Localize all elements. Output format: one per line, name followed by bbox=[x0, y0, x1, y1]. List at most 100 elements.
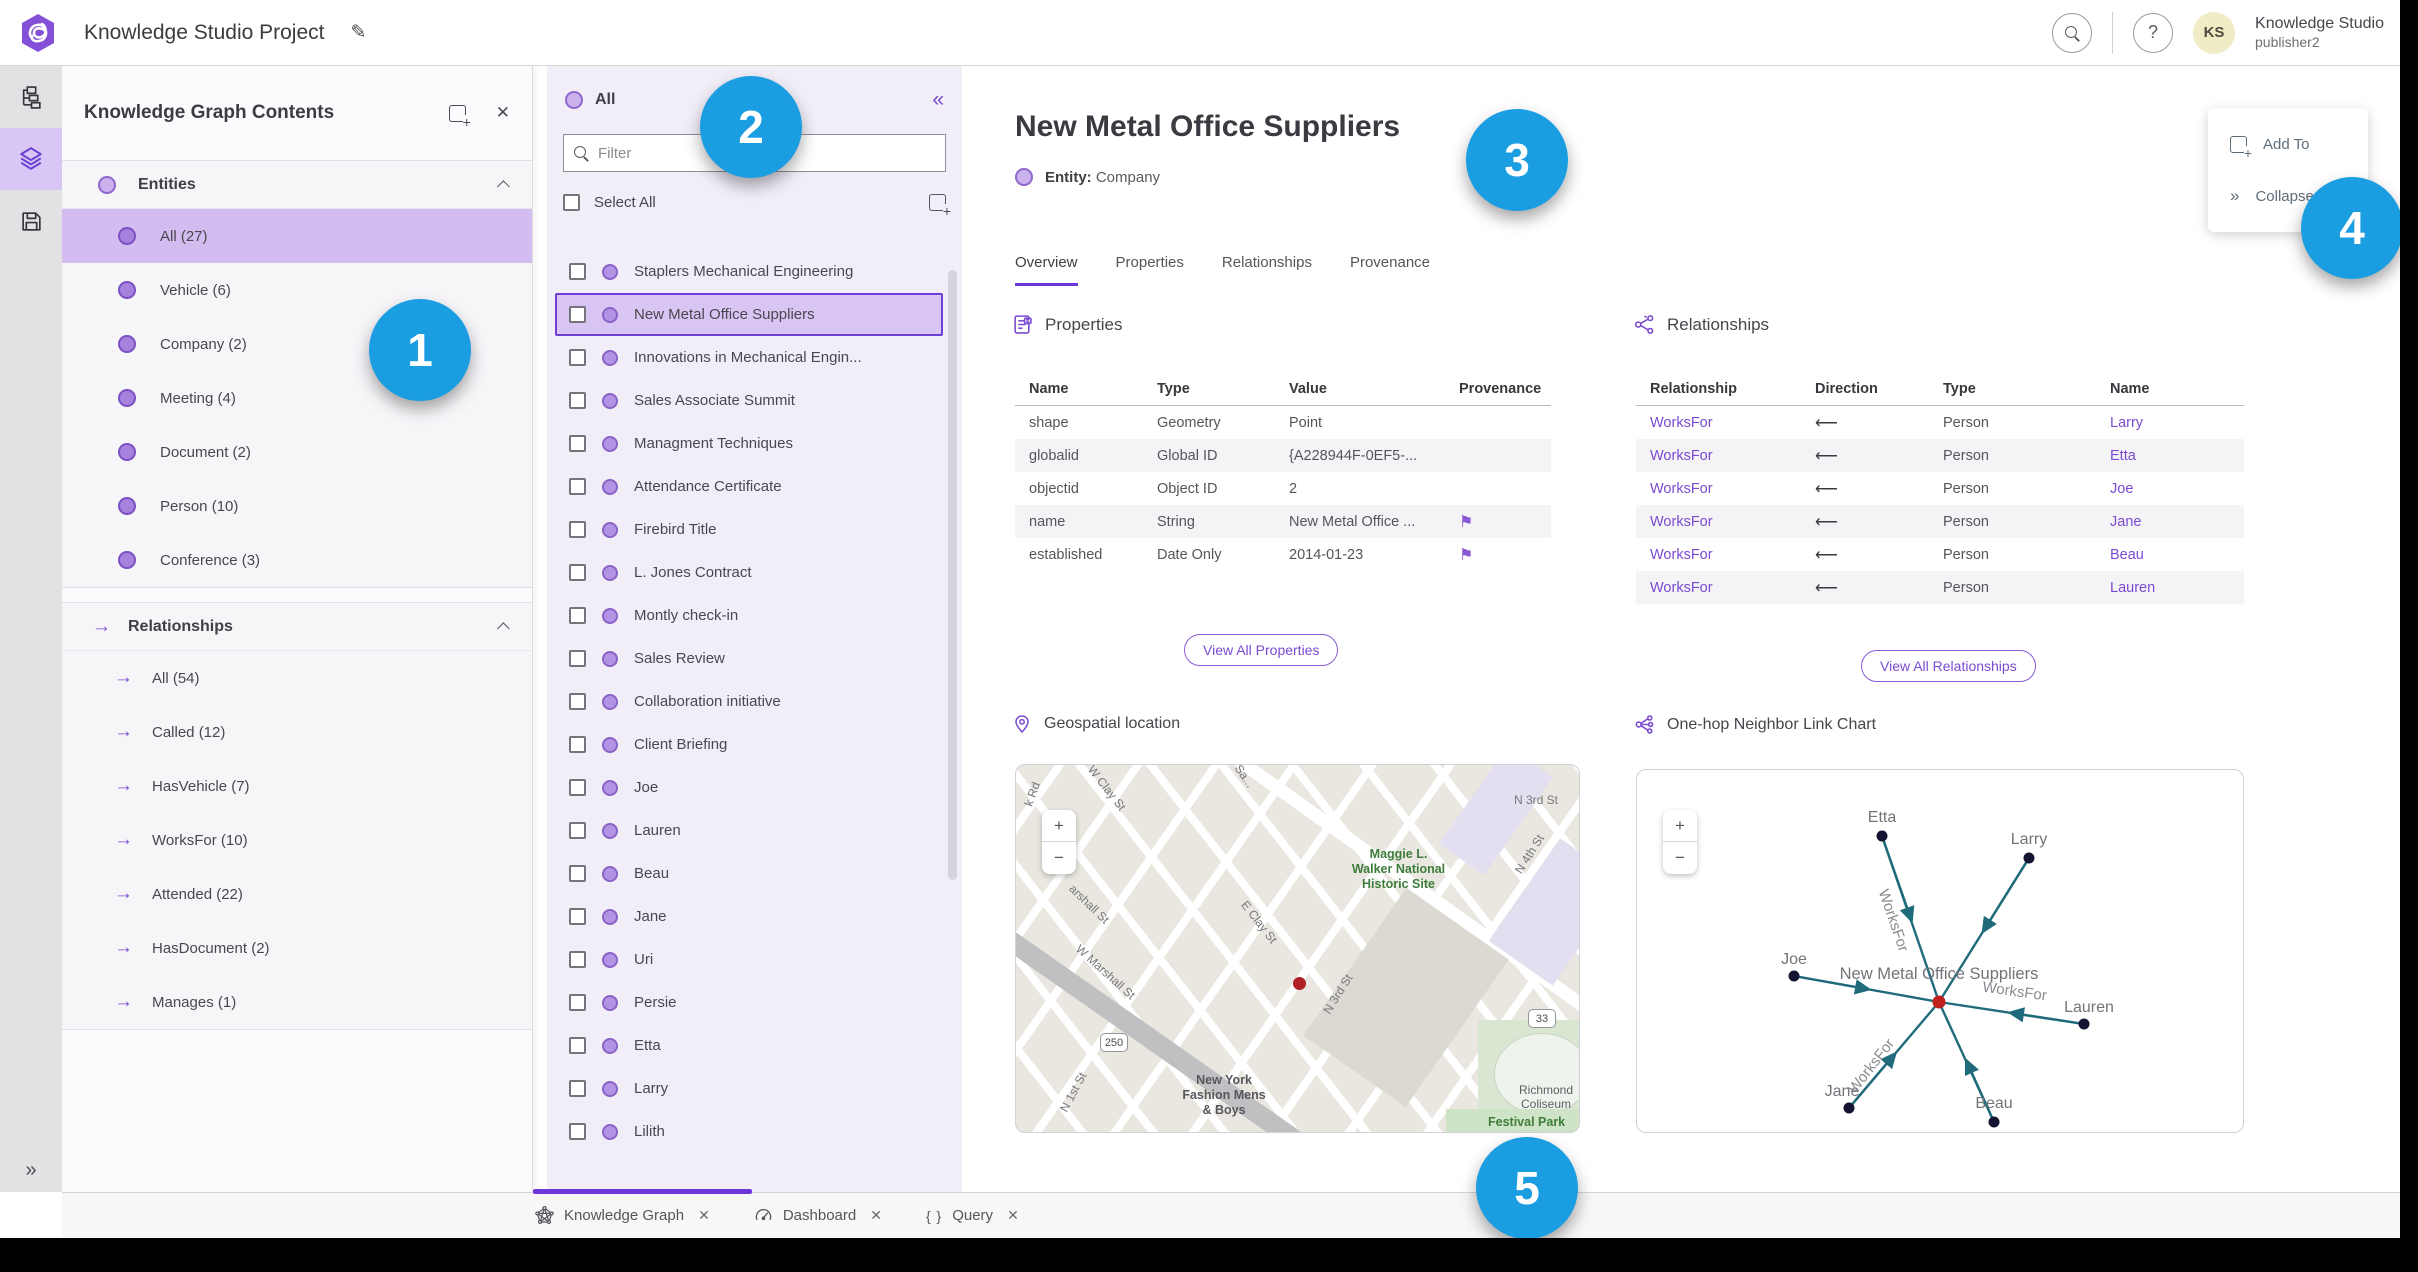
graph-item-row[interactable]: Client Briefing bbox=[555, 723, 943, 766]
provenance-flag-icon[interactable]: ⚑ bbox=[1459, 514, 1473, 531]
scrollbar[interactable] bbox=[948, 270, 957, 880]
avatar[interactable]: KS bbox=[2193, 11, 2236, 54]
graph-item-row[interactable]: Managment Techniques bbox=[555, 422, 943, 465]
graph-item-row[interactable]: Attendance Certificate bbox=[555, 465, 943, 508]
item-checkbox[interactable] bbox=[569, 908, 586, 925]
select-all-checkbox[interactable] bbox=[563, 194, 580, 211]
user-info[interactable]: Knowledge Studio publisher2 bbox=[2255, 14, 2384, 52]
graph-item-row[interactable]: Beau bbox=[555, 852, 943, 895]
chevron-up-icon[interactable] bbox=[497, 180, 510, 193]
relationship-type-item[interactable]: → HasDocument (2) bbox=[62, 921, 532, 975]
item-checkbox[interactable] bbox=[569, 607, 586, 624]
relationship-type-item[interactable]: → Manages (1) bbox=[62, 975, 532, 1029]
graph-item-row[interactable]: Montly check-in bbox=[555, 594, 943, 637]
entity-link[interactable]: Lauren bbox=[2096, 580, 2244, 596]
entity-link[interactable]: Joe bbox=[2096, 481, 2244, 497]
provenance-flag-icon[interactable]: ⚑ bbox=[1459, 547, 1473, 564]
detail-tab[interactable]: Overview bbox=[1015, 254, 1078, 286]
relationship-link[interactable]: WorksFor bbox=[1636, 514, 1801, 530]
view-all-properties-button[interactable]: View All Properties bbox=[1184, 634, 1339, 666]
entity-type-item[interactable]: All (27) bbox=[62, 209, 532, 263]
item-checkbox[interactable] bbox=[569, 650, 586, 667]
entity-type-item[interactable]: Document (2) bbox=[62, 425, 532, 479]
item-checkbox[interactable] bbox=[569, 263, 586, 280]
center-node[interactable] bbox=[1932, 995, 1946, 1009]
entity-link[interactable]: Beau bbox=[2096, 547, 2244, 563]
graph-item-row[interactable]: L. Jones Contract bbox=[555, 551, 943, 594]
item-checkbox[interactable] bbox=[569, 392, 586, 409]
rail-save-button[interactable] bbox=[0, 190, 62, 252]
relationship-link[interactable]: WorksFor bbox=[1636, 547, 1801, 563]
collapse-panel-icon[interactable]: « bbox=[932, 88, 944, 112]
graph-item-row[interactable]: Uri bbox=[555, 938, 943, 981]
zoom-in-button[interactable]: + bbox=[1663, 810, 1697, 842]
zoom-in-button[interactable]: + bbox=[1042, 810, 1076, 842]
relationship-type-item[interactable]: → Attended (22) bbox=[62, 867, 532, 921]
tab-dashboard[interactable]: Dashboard ✕ bbox=[754, 1206, 882, 1225]
close-tab-icon[interactable]: ✕ bbox=[698, 1207, 710, 1224]
graph-item-row[interactable]: Firebird Title bbox=[555, 508, 943, 551]
close-tab-icon[interactable]: ✕ bbox=[870, 1207, 882, 1224]
graph-item-row[interactable]: New Metal Office Suppliers bbox=[555, 293, 943, 336]
item-checkbox[interactable] bbox=[569, 951, 586, 968]
entity-link[interactable]: Etta bbox=[2096, 448, 2244, 464]
graph-item-row[interactable]: Lilith bbox=[555, 1110, 943, 1153]
relationship-type-item[interactable]: → WorksFor (10) bbox=[62, 813, 532, 867]
item-checkbox[interactable] bbox=[569, 521, 586, 538]
entities-section-header[interactable]: Entities bbox=[62, 161, 532, 209]
graph-item-row[interactable]: Lauren bbox=[555, 809, 943, 852]
item-checkbox[interactable] bbox=[569, 865, 586, 882]
relationship-type-item[interactable]: → All (54) bbox=[62, 651, 532, 705]
help-button[interactable]: ? bbox=[2133, 12, 2174, 53]
expand-rail-icon[interactable]: » bbox=[0, 1159, 62, 1182]
entity-link[interactable]: Larry bbox=[2096, 415, 2244, 431]
item-checkbox[interactable] bbox=[569, 435, 586, 452]
graph-item-row[interactable]: Jane bbox=[555, 895, 943, 938]
edit-title-icon[interactable]: ✎ bbox=[351, 21, 367, 44]
relationship-link[interactable]: WorksFor bbox=[1636, 580, 1801, 596]
zoom-out-button[interactable]: − bbox=[1042, 842, 1076, 874]
add-item-icon[interactable] bbox=[929, 194, 951, 218]
entity-link[interactable]: Jane bbox=[2096, 514, 2244, 530]
item-checkbox[interactable] bbox=[569, 1037, 586, 1054]
graph-item-row[interactable]: Larry bbox=[555, 1067, 943, 1110]
rail-contents-button[interactable] bbox=[0, 128, 62, 190]
entity-type-item[interactable]: Person (10) bbox=[62, 479, 532, 533]
relationship-link[interactable]: WorksFor bbox=[1636, 448, 1801, 464]
item-checkbox[interactable] bbox=[569, 822, 586, 839]
link-chart[interactable]: + − Etta Larry Joe Lauren Jane Beau New … bbox=[1636, 769, 2244, 1133]
detail-tab[interactable]: Properties bbox=[1116, 254, 1184, 286]
item-checkbox[interactable] bbox=[569, 478, 586, 495]
graph-item-row[interactable]: Collaboration initiative bbox=[555, 680, 943, 723]
tab-query[interactable]: { } Query ✕ bbox=[926, 1207, 1019, 1224]
relationship-type-item[interactable]: → HasVehicle (7) bbox=[62, 759, 532, 813]
graph-item-row[interactable]: Sales Review bbox=[555, 637, 943, 680]
entity-type-item[interactable]: Vehicle (6) bbox=[62, 263, 532, 317]
chevron-up-icon[interactable] bbox=[497, 622, 510, 635]
entity-type-item[interactable]: Conference (3) bbox=[62, 533, 532, 587]
graph-item-row[interactable]: Staplers Mechanical Engineering bbox=[555, 250, 943, 293]
graph-item-row[interactable]: Etta bbox=[555, 1024, 943, 1067]
close-panel-icon[interactable]: ✕ bbox=[496, 103, 510, 123]
item-checkbox[interactable] bbox=[569, 564, 586, 581]
add-to-button[interactable]: Add To bbox=[2208, 118, 2368, 170]
geospatial-map[interactable]: + − k Rd W Clay St Sa... Maggie L. Walke… bbox=[1015, 764, 1580, 1133]
item-checkbox[interactable] bbox=[569, 349, 586, 366]
search-button[interactable] bbox=[2052, 12, 2093, 53]
zoom-out-button[interactable]: − bbox=[1663, 842, 1697, 874]
item-checkbox[interactable] bbox=[569, 994, 586, 1011]
add-content-icon[interactable] bbox=[448, 104, 471, 129]
item-checkbox[interactable] bbox=[569, 693, 586, 710]
relationships-section-header[interactable]: → Relationships bbox=[62, 603, 532, 651]
rail-schema-button[interactable] bbox=[0, 66, 62, 128]
item-checkbox[interactable] bbox=[569, 736, 586, 753]
view-all-relationships-button[interactable]: View All Relationships bbox=[1861, 650, 2036, 682]
relationship-type-item[interactable]: → Called (12) bbox=[62, 705, 532, 759]
item-checkbox[interactable] bbox=[569, 1080, 586, 1097]
graph-item-row[interactable]: Persie bbox=[555, 981, 943, 1024]
item-checkbox[interactable] bbox=[569, 779, 586, 796]
detail-tab[interactable]: Relationships bbox=[1222, 254, 1312, 286]
graph-item-row[interactable]: Innovations in Mechanical Engin... bbox=[555, 336, 943, 379]
graph-item-row[interactable]: Sales Associate Summit bbox=[555, 379, 943, 422]
close-tab-icon[interactable]: ✕ bbox=[1007, 1207, 1019, 1224]
